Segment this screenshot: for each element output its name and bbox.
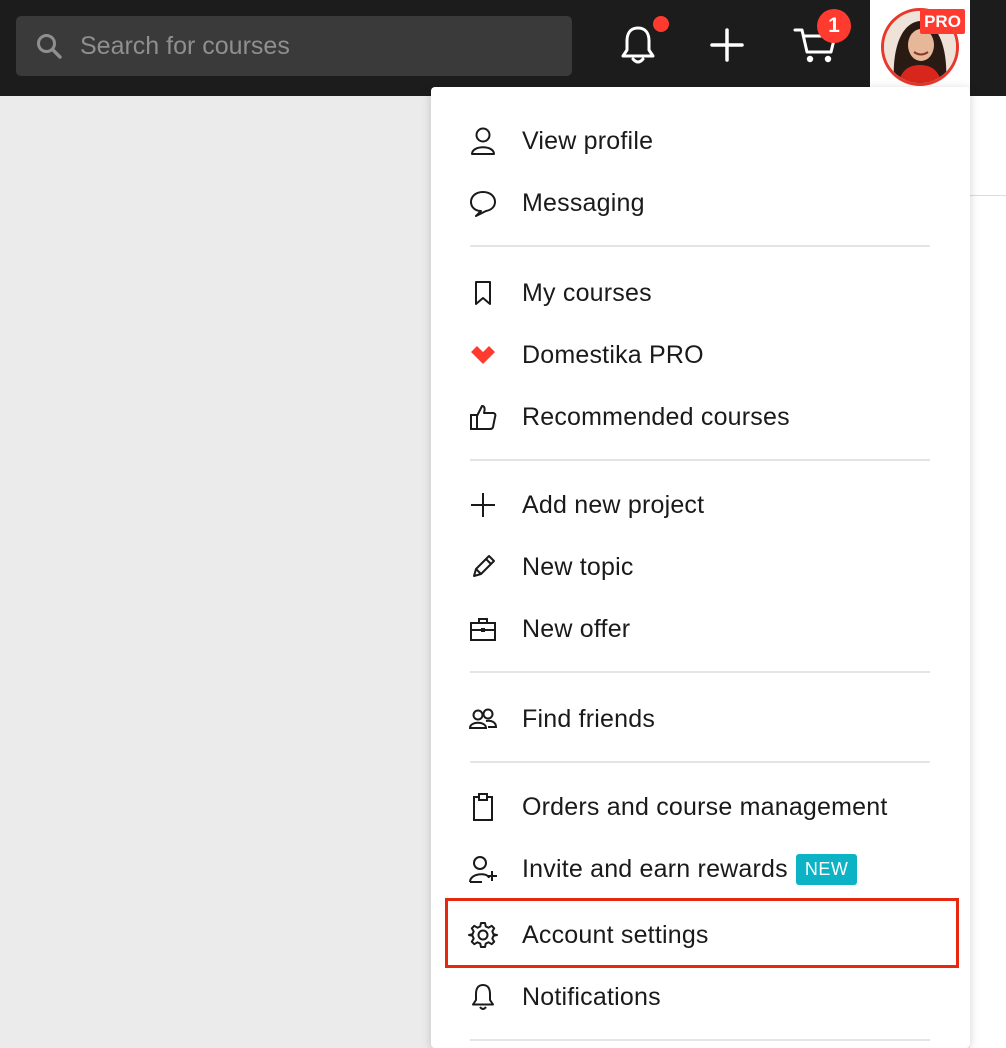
chat-bubble-icon bbox=[467, 187, 499, 219]
menu-item-label: New topic bbox=[522, 552, 634, 581]
menu-item-notifications[interactable]: Notifications bbox=[431, 966, 970, 1028]
search-icon bbox=[34, 31, 64, 61]
menu-divider bbox=[470, 671, 930, 673]
gear-icon bbox=[467, 919, 499, 951]
menu-item-recommended-courses[interactable]: Recommended courses bbox=[431, 386, 970, 448]
menu-item-domestika-pro[interactable]: Domestika PRO bbox=[431, 324, 970, 386]
bookmark-icon bbox=[467, 277, 499, 309]
menu-item-account-settings[interactable]: Account settings bbox=[431, 904, 970, 966]
search-placeholder: Search for courses bbox=[80, 31, 290, 60]
add-user-icon bbox=[467, 853, 499, 885]
user-dropdown-menu: View profile Messaging My courses Domest… bbox=[431, 87, 970, 1048]
notification-dot bbox=[653, 16, 669, 32]
menu-item-label: Messaging bbox=[522, 188, 645, 217]
briefcase-icon bbox=[467, 613, 499, 645]
menu-item-add-new-project[interactable]: Add new project bbox=[431, 474, 970, 536]
new-badge: NEW bbox=[795, 853, 858, 885]
menu-item-label: View profile bbox=[522, 126, 654, 155]
menu-item-label: New offer bbox=[522, 614, 631, 643]
bell-icon bbox=[467, 981, 499, 1013]
menu-item-label: Orders and course management bbox=[522, 792, 888, 821]
menu-item-new-offer[interactable]: New offer bbox=[431, 598, 970, 660]
menu-item-label: Find friends bbox=[522, 704, 656, 733]
menu-item-orders[interactable]: Orders and course management bbox=[431, 776, 970, 838]
menu-item-label: Add new project bbox=[522, 490, 705, 519]
menu-item-new-topic[interactable]: New topic bbox=[431, 536, 970, 598]
clipboard-icon bbox=[467, 791, 499, 823]
menu-item-my-courses[interactable]: My courses bbox=[431, 262, 970, 324]
page-background-panel bbox=[970, 96, 1006, 1048]
divider bbox=[970, 195, 1006, 196]
menu-divider bbox=[470, 761, 930, 763]
menu-item-invite-earn[interactable]: Invite and earn rewards NEW bbox=[431, 838, 970, 900]
user-icon bbox=[467, 125, 499, 157]
menu-item-label: My courses bbox=[522, 278, 652, 307]
menu-item-label: Domestika PRO bbox=[522, 340, 704, 369]
pro-badge: PRO bbox=[920, 9, 965, 34]
menu-item-label: Account settings bbox=[522, 920, 709, 949]
menu-divider bbox=[470, 1039, 930, 1041]
menu-item-messaging[interactable]: Messaging bbox=[431, 172, 970, 234]
avatar-button[interactable]: PRO bbox=[870, 0, 970, 90]
friends-icon bbox=[467, 703, 499, 735]
domestika-logo-icon bbox=[467, 339, 499, 371]
plus-icon[interactable] bbox=[704, 22, 750, 68]
search-bar[interactable]: Search for courses bbox=[16, 16, 572, 76]
menu-divider bbox=[470, 245, 930, 247]
plus-icon bbox=[467, 489, 499, 521]
pencil-icon bbox=[467, 551, 499, 583]
menu-item-label: Recommended courses bbox=[522, 402, 790, 431]
menu-item-label: Invite and earn rewards bbox=[522, 854, 788, 883]
menu-divider bbox=[470, 459, 930, 461]
menu-item-view-profile[interactable]: View profile bbox=[431, 110, 970, 172]
cart-count-badge: 1 bbox=[817, 9, 851, 43]
menu-item-label: Notifications bbox=[522, 982, 661, 1011]
menu-item-find-friends[interactable]: Find friends bbox=[431, 688, 970, 750]
thumbs-up-icon bbox=[467, 401, 499, 433]
top-navbar: Search for courses 1 PRO bbox=[0, 0, 1006, 96]
